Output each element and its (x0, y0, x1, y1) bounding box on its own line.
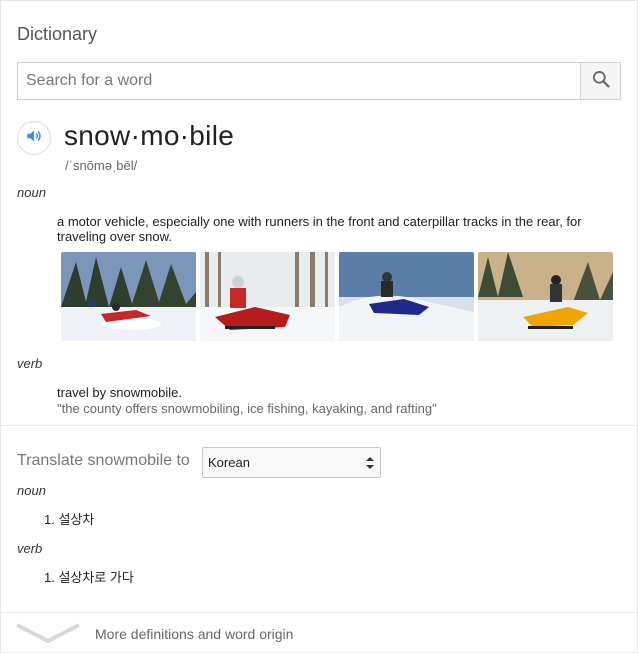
verb-definition: travel by snowmobile. (57, 385, 182, 400)
snowmobile-image[interactable] (61, 252, 196, 341)
translation-noun-item: 1. 설상차 (44, 512, 95, 527)
language-selected: Korean (208, 455, 250, 470)
search-icon (591, 69, 611, 94)
pronounce-button[interactable] (17, 121, 51, 155)
verb-example: "the county offers snowmobiling, ice fis… (57, 401, 437, 416)
search-box (17, 62, 621, 100)
headword: snow·mo·bile (64, 120, 235, 151)
image-strip (61, 252, 613, 341)
snowmobile-image[interactable] (200, 252, 335, 341)
select-arrows-icon (366, 456, 374, 473)
search-button[interactable] (580, 63, 620, 99)
snowmobile-image[interactable] (478, 252, 613, 341)
translation-verb-item: 1. 설상차로 가다 (44, 570, 134, 585)
noun-pos: noun (17, 185, 46, 200)
footer-divider (1, 612, 637, 613)
translation-noun-pos: noun (17, 483, 46, 498)
phonetic: /ˈsnōməˌbēl/ (65, 158, 138, 173)
card-title: Dictionary (17, 24, 98, 44)
chevron-down-icon[interactable] (15, 621, 81, 650)
snowmobile-image[interactable] (339, 252, 474, 341)
dictionary-card: Dictionary snow·mo·bile /ˈsnōməˌbēl/ nou… (0, 0, 638, 653)
section-divider (1, 425, 637, 426)
translation-verb-pos: verb (17, 541, 43, 556)
verb-pos: verb (17, 356, 43, 371)
language-select[interactable]: Korean (202, 447, 381, 478)
noun-definition: a motor vehicle, especially one with run… (57, 214, 582, 244)
more-definitions-link[interactable]: More definitions and word origin (95, 626, 293, 642)
speaker-icon (25, 127, 43, 150)
translate-label: Translate snowmobile to (17, 452, 190, 469)
search-input[interactable] (18, 63, 580, 99)
